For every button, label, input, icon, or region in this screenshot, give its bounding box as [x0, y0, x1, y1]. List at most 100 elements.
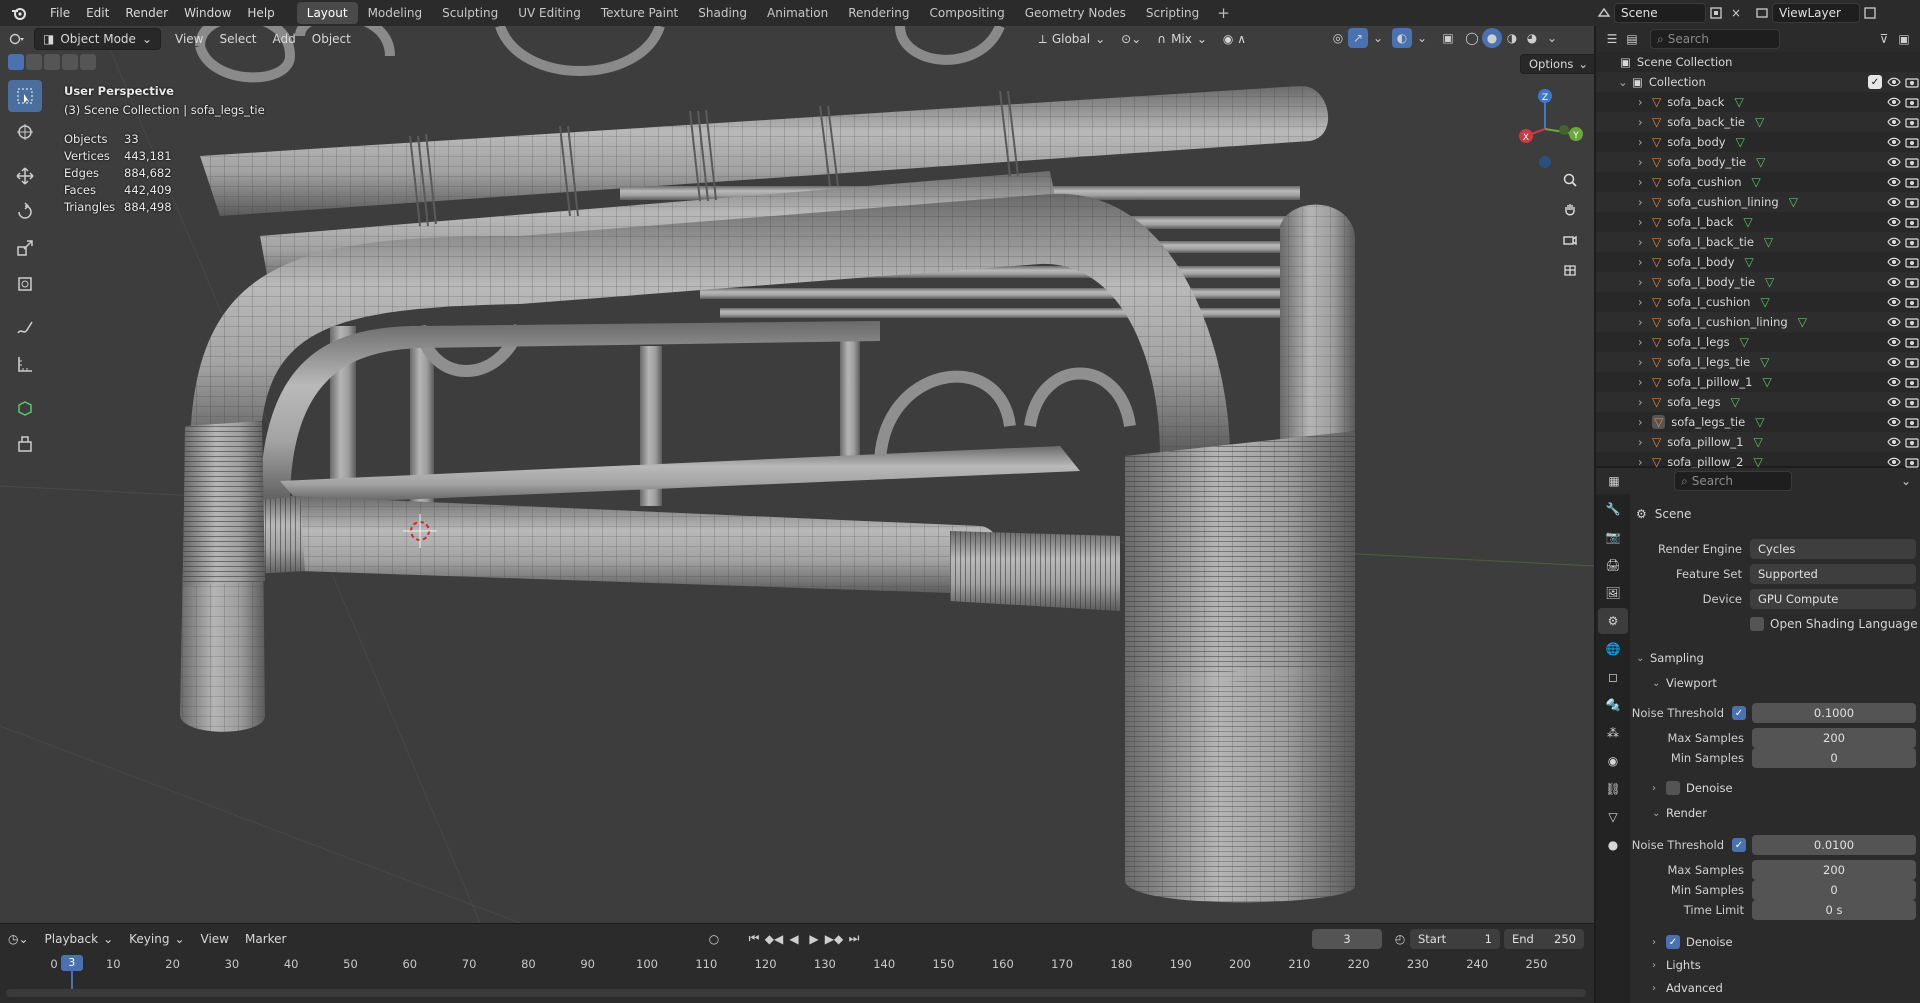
render-camera-icon[interactable]	[1904, 354, 1920, 370]
scene-icon[interactable]	[1594, 3, 1614, 23]
mesh-data-icon[interactable]: ▽	[1755, 115, 1764, 129]
properties-search-input[interactable]: ⌕ Search	[1674, 471, 1792, 491]
pivot-icon[interactable]: ⊙⌄	[1113, 28, 1149, 50]
viewport-menu-select[interactable]: Select	[211, 28, 264, 50]
render-camera-icon[interactable]	[1904, 434, 1920, 450]
mesh-data-icon[interactable]: ▽	[1764, 235, 1773, 249]
menu-file[interactable]: File	[42, 0, 78, 26]
play-reverse-icon[interactable]: ◀	[784, 929, 804, 949]
mesh-data-icon[interactable]: ▽	[1798, 315, 1807, 329]
render-camera-icon[interactable]	[1904, 394, 1920, 410]
add-cube-tool-icon[interactable]	[8, 392, 42, 424]
mesh-data-icon[interactable]: ▽	[1740, 335, 1749, 349]
expand-arrow-icon[interactable]: ›	[1638, 215, 1652, 229]
data-tab-icon[interactable]: ▽	[1598, 804, 1628, 830]
orientation-dropdown[interactable]: ⟂ Global ⌄	[1031, 28, 1113, 50]
camera-view-icon[interactable]	[1556, 226, 1584, 254]
sofa-wireframe-render[interactable]	[0, 26, 1594, 923]
device-dropdown[interactable]: GPU Compute	[1750, 589, 1916, 609]
menu-render[interactable]: Render	[117, 0, 176, 26]
overlays-icon[interactable]: ◐	[1392, 28, 1412, 48]
shading-dropdown-icon[interactable]: ⌄	[1542, 28, 1562, 48]
outliner-editor-icon[interactable]: ☰	[1602, 29, 1622, 49]
expand-arrow-icon[interactable]: ›	[1638, 175, 1652, 189]
outliner-item-sofa-back-tie[interactable]: › ▽ sofa_back_tie ▽	[1596, 112, 1920, 132]
mesh-data-icon[interactable]: ▽	[1734, 95, 1743, 109]
object-tab-icon[interactable]: ◻	[1598, 664, 1628, 690]
render-camera-icon[interactable]	[1904, 214, 1920, 230]
blender-logo-icon[interactable]	[8, 2, 30, 24]
vp-min-field[interactable]: 0	[1752, 748, 1916, 768]
visibility-eye-icon[interactable]	[1886, 254, 1902, 270]
visibility-eye-icon[interactable]	[1886, 234, 1902, 250]
xray-icon[interactable]: ▣	[1438, 28, 1458, 48]
expand-arrow-icon[interactable]: ›	[1638, 135, 1652, 149]
display-mode-icon[interactable]: ▤	[1622, 29, 1642, 49]
measure-tool-icon[interactable]	[8, 348, 42, 380]
workspace-tab-sculpting[interactable]: Sculpting	[432, 2, 508, 24]
select-extend-icon[interactable]	[26, 54, 42, 70]
visibility-eye-icon[interactable]	[1886, 74, 1902, 90]
particles-tab-icon[interactable]: ⁂	[1598, 720, 1628, 746]
outliner-item-sofa-body[interactable]: › ▽ sofa_body ▽	[1596, 132, 1920, 152]
proportional-edit-icon[interactable]: ◉ ∧	[1215, 28, 1254, 50]
expand-arrow-icon[interactable]: ›	[1638, 435, 1652, 449]
properties-editor-icon[interactable]: ▦	[1604, 471, 1624, 491]
outliner-item-sofa-pillow-1[interactable]: › ▽ sofa_pillow_1 ▽	[1596, 432, 1920, 452]
expand-arrow-icon[interactable]: ›	[1638, 355, 1652, 369]
navigation-gizmo[interactable]: Z Y X	[1500, 84, 1590, 174]
mesh-data-icon[interactable]: ▽	[1731, 395, 1740, 409]
render-camera-icon[interactable]	[1904, 134, 1920, 150]
viewport-menu-add[interactable]: Add	[265, 28, 304, 50]
select-new-icon[interactable]	[8, 54, 24, 70]
expand-arrow-icon[interactable]: ›	[1638, 195, 1652, 209]
select-invert-icon[interactable]	[62, 54, 78, 70]
cursor-tool-icon[interactable]	[8, 116, 42, 148]
expand-arrow-icon[interactable]: ›	[1638, 155, 1652, 169]
r-denoise-checkbox[interactable]: ✓	[1666, 935, 1680, 949]
workspace-tab-layout[interactable]: Layout	[296, 2, 358, 24]
move-tool-icon[interactable]	[8, 160, 42, 192]
outliner-scene-collection[interactable]: ▣ Scene Collection	[1596, 52, 1920, 72]
pan-hand-icon[interactable]	[1556, 196, 1584, 224]
expand-arrow-icon[interactable]: ›	[1638, 395, 1652, 409]
new-scene-icon[interactable]	[1706, 3, 1726, 23]
select-box-tool-icon[interactable]	[8, 80, 42, 112]
outliner-item-sofa-body-tie[interactable]: › ▽ sofa_body_tie ▽	[1596, 152, 1920, 172]
render-tab-icon[interactable]: 📷	[1598, 524, 1628, 550]
advanced-subpanel[interactable]: › Advanced	[1652, 978, 1723, 998]
timeline-menu-keying[interactable]: Keying ⌄	[121, 928, 192, 950]
workspace-tab-uv-editing[interactable]: UV Editing	[508, 2, 591, 24]
gizmo-toggle-icon[interactable]: ↗	[1348, 28, 1368, 48]
playhead[interactable]: 3	[60, 955, 83, 971]
expand-arrow-icon[interactable]: ›	[1638, 95, 1652, 109]
timeline-menu-marker[interactable]: Marker	[237, 928, 294, 950]
visibility-eye-icon[interactable]	[1886, 314, 1902, 330]
render-camera-icon[interactable]	[1904, 194, 1920, 210]
filter-icon[interactable]: ⊽	[1874, 29, 1894, 49]
outliner-collection[interactable]: ⌄ ▣ Collection ✓	[1596, 72, 1920, 92]
outliner-item-sofa-l-body[interactable]: › ▽ sofa_l_body ▽	[1596, 252, 1920, 272]
timeline[interactable]: 0 10 20 30 40 50 60 70 80 90 100 110 120 130 140 150 160…	[0, 953, 1594, 1003]
preview-range-icon[interactable]: ◴	[1390, 929, 1410, 949]
render-engine-dropdown[interactable]: Cycles	[1750, 539, 1916, 559]
outliner-item-sofa-legs-tie[interactable]: › ▽ sofa_legs_tie ▽	[1596, 412, 1920, 432]
menu-edit[interactable]: Edit	[78, 0, 117, 26]
new-collection-icon[interactable]: ▣	[1894, 29, 1914, 49]
outliner-search-input[interactable]: ⌕ Search	[1650, 29, 1780, 49]
rotate-tool-icon[interactable]	[8, 196, 42, 228]
material-shading-icon[interactable]: ◑	[1502, 28, 1522, 48]
new-view-layer-icon[interactable]	[1860, 3, 1880, 23]
render-camera-icon[interactable]	[1904, 274, 1920, 290]
delete-scene-icon[interactable]: ×	[1726, 3, 1746, 23]
mesh-data-icon[interactable]: ▽	[1754, 455, 1763, 469]
expand-arrow-icon[interactable]: ›	[1638, 255, 1652, 269]
r-noise-checkbox[interactable]: ✓	[1732, 838, 1746, 852]
visibility-eye-icon[interactable]	[1886, 374, 1902, 390]
view-layer-tab-icon[interactable]: 🖼	[1598, 580, 1628, 606]
expand-arrow-icon[interactable]: ⌄	[1618, 75, 1632, 89]
workspace-tab-shading[interactable]: Shading	[688, 2, 757, 24]
expand-arrow-icon[interactable]: ›	[1638, 235, 1652, 249]
expand-arrow-icon[interactable]: ›	[1638, 415, 1652, 429]
jump-start-icon[interactable]: ⏮	[744, 929, 764, 949]
